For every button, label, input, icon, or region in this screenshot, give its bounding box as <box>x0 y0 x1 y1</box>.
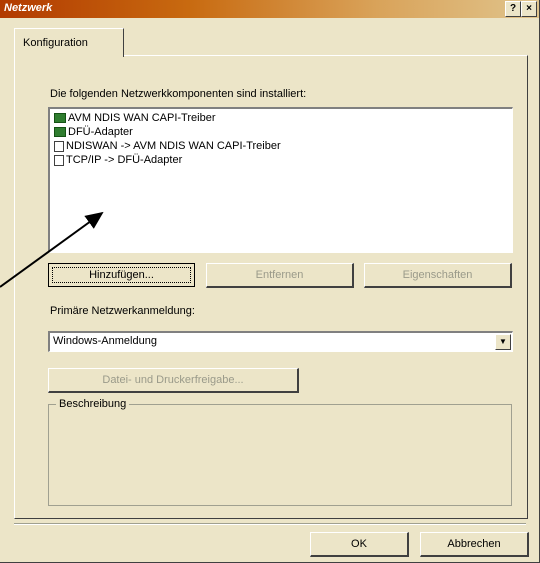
tab-label: Konfiguration <box>23 37 88 49</box>
tab-configuration[interactable]: Konfiguration <box>14 28 124 57</box>
annotation-arrow <box>0 211 104 288</box>
